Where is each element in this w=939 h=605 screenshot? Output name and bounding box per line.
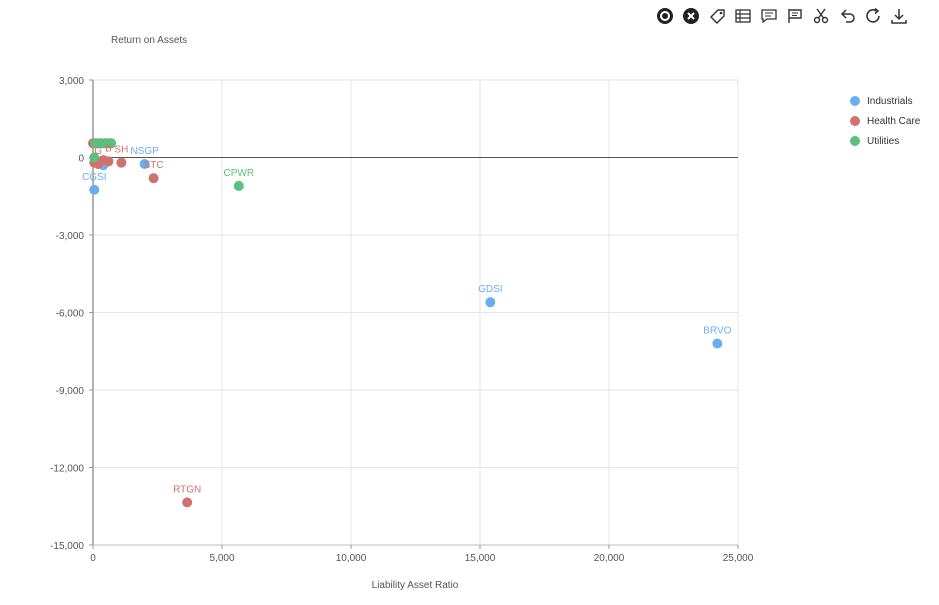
point-label-1-1: STC — [144, 160, 164, 171]
point-0-1[interactable] — [485, 297, 496, 308]
point-label-0-2: NSGP — [130, 146, 159, 157]
grid-lines — [92, 79, 739, 546]
legend-label-2: Utilities — [867, 135, 900, 147]
legend-marker-1 — [850, 116, 860, 126]
y-axis-title: Return on Assets — [111, 35, 187, 46]
y-tick-label-2: -3,000 — [56, 231, 85, 242]
x-tick-label-0: 0 — [90, 553, 96, 564]
point-1-0[interactable] — [182, 497, 193, 508]
y-tick-label-4: -9,000 — [56, 386, 85, 397]
x-tick-label-2: 10,000 — [336, 553, 367, 564]
legend-item-0[interactable]: Industrials — [850, 91, 920, 111]
x-tick-label-3: 15,000 — [465, 553, 496, 564]
point-2-0[interactable] — [233, 180, 244, 191]
x-axis-title: Liability Asset Ratio — [372, 580, 459, 591]
x-tick-label-4: 20,000 — [594, 553, 625, 564]
point-label-0-0: BRVO — [703, 326, 731, 337]
x-tick-label-1: 5,000 — [209, 553, 234, 564]
y-tick-label-0: 3,000 — [59, 76, 84, 87]
legend-marker-0 — [850, 96, 860, 106]
legend-item-2[interactable]: Utilities — [850, 131, 920, 151]
legend: Industrials Health Care Utilities — [850, 91, 920, 151]
y-tick-label-3: -6,000 — [56, 309, 85, 320]
point-label-1-5: G — [94, 146, 102, 157]
point-label-1-0: RTGN — [173, 484, 201, 495]
point-label-1-2: SH — [114, 145, 128, 156]
point-1-1[interactable] — [148, 173, 159, 184]
point-label-0-3: CGSI — [82, 172, 106, 183]
y-tick-label-1: 0 — [78, 154, 84, 165]
legend-item-1[interactable]: Health Care — [850, 111, 920, 131]
x-tick-label-5: 25,000 — [723, 553, 754, 564]
data-points — [88, 138, 723, 508]
point-0-3[interactable] — [89, 184, 100, 195]
y-tick-label-6: -15,000 — [50, 541, 84, 552]
legend-label-1: Health Care — [867, 115, 921, 127]
legend-marker-2 — [850, 136, 860, 146]
point-labels: BRVO GDSI NSGP CGSI RTGN STC SHBG CPWR — [82, 143, 732, 495]
point-label-0-1: GDSI — [478, 284, 502, 295]
y-tick-label-5: -12,000 — [50, 464, 84, 475]
legend-label-0: Industrials — [867, 95, 913, 107]
point-1-2[interactable] — [116, 157, 127, 168]
point-0-0[interactable] — [712, 338, 723, 349]
scatter-chart: 0 5,000 10,000 15,000 20,000 25,000 3,000 0 -3,0… — [50, 35, 754, 591]
point-label-1-3: B — [105, 143, 112, 154]
point-label-2-0: CPWR — [223, 168, 254, 179]
